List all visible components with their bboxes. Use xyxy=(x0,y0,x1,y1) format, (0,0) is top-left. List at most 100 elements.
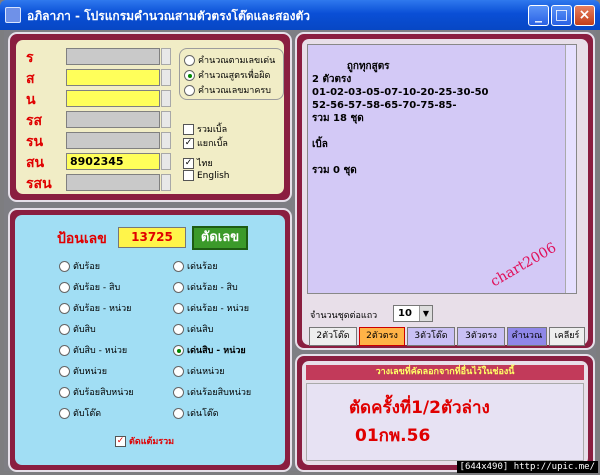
radio-icon xyxy=(173,261,184,272)
per-row-select[interactable]: 10 ▼ xyxy=(393,305,433,322)
spin-icon[interactable] xyxy=(161,69,171,86)
paste-textarea[interactable]: ตัดครั้งที่1/2ตัวล่าง 01กพ.56 xyxy=(306,383,584,461)
radio-icon xyxy=(59,387,70,398)
radio-icon xyxy=(184,85,195,96)
tab-2[interactable]: 3ตัวโต๊ด xyxy=(407,327,455,346)
radio-icon xyxy=(59,408,70,419)
spin-icon[interactable] xyxy=(161,111,171,128)
option-options_right-4[interactable]: เด่นสิบ - หน่วย xyxy=(173,343,246,357)
client-area: รสนรส รน สน 8902345 รสน คำนวณตามเลขเด่น คำนว… xyxy=(4,30,596,472)
row-label: รสน xyxy=(26,176,52,192)
spin-icon[interactable] xyxy=(161,90,171,107)
chevron-down-icon[interactable]: ▼ xyxy=(419,306,432,321)
radio-icon xyxy=(59,324,70,335)
title-bar[interactable]: อภิลาภา - โปรแกรมคำนวณสามตัวตรงโต๊ดและสอ… xyxy=(0,0,600,30)
option-options_left-5[interactable]: ตับหน่วย xyxy=(59,364,107,378)
spin-icon[interactable] xyxy=(161,48,171,65)
option-options_right-1[interactable]: เด่นร้อย - สิบ xyxy=(173,280,238,294)
spin-icon[interactable] xyxy=(161,153,171,170)
input-panel: รสนรส รน สน 8902345 รสน คำนวณตามเลขเด่น คำนว… xyxy=(8,32,292,202)
option-options_right-0[interactable]: เด่นร้อย xyxy=(173,259,218,273)
tab-1[interactable]: 2ตัวตรง xyxy=(359,327,405,346)
cut-number-button[interactable]: ตัดเลข xyxy=(192,226,248,250)
checkbox-checked-icon: ✓ xyxy=(183,158,194,169)
spin-icon[interactable] xyxy=(161,132,171,149)
radio-icon xyxy=(173,324,184,335)
option-label: เด่นร้อย - สิบ xyxy=(187,283,238,293)
minimize-button[interactable]: _ xyxy=(528,5,549,26)
per-row-label: จำนวนชุดต่อแถว xyxy=(310,311,378,321)
row-input[interactable] xyxy=(66,111,160,128)
option-options_right-6[interactable]: เด่นร้อยสิบหน่วย xyxy=(173,385,251,399)
input-panel-body: รสนรส รน สน 8902345 รสน คำนวณตามเลขเด่น คำนว… xyxy=(16,40,284,194)
output-panel: ถูกทุกสูตร 2 ตัวตรง 01-02-03-05-07-10-20… xyxy=(295,32,595,350)
option-options_right-3[interactable]: เด่นสิบ xyxy=(173,322,213,336)
option-label: เด่นสิบ - หน่วย xyxy=(187,346,246,356)
tab-0[interactable]: 2ตัวโต๊ด xyxy=(309,327,357,346)
option-label: เด่นร้อยสิบหน่วย xyxy=(187,388,252,398)
tab-3[interactable]: 3ตัวตรง xyxy=(457,327,505,346)
radio-icon xyxy=(59,261,70,272)
mode-option-2[interactable]: คำนวณเลขมาครบ xyxy=(184,83,271,97)
mode-option-1[interactable]: คำนวณสูตรเพื่อผิด xyxy=(184,68,270,82)
radio-selected-icon xyxy=(173,345,184,356)
mode-group: คำนวณตามเลขเด่น คำนวณสูตรเพื่อผิด คำนวณเ… xyxy=(179,48,284,100)
option-label: เด่นร้อย xyxy=(187,262,218,272)
radio-icon xyxy=(173,282,184,293)
radio-icon xyxy=(173,408,184,419)
option-options_right-2[interactable]: เด่นร้อย - หน่วย xyxy=(173,301,249,315)
app-window: อภิลาภา - โปรแกรมคำนวณสามตัวตรงโต๊ดและสอ… xyxy=(0,0,600,475)
option-options_left-1[interactable]: ตับร้อย - สิบ xyxy=(59,280,120,294)
row-input[interactable] xyxy=(66,69,160,86)
tab-4[interactable]: คำนวณ xyxy=(507,327,547,346)
mode-label: คำนวณเลขมาครบ xyxy=(198,86,271,96)
row-input[interactable] xyxy=(66,48,160,65)
paste-header: วางเลขที่คัดลอกจากที่อื่นไว้ในช่องนี้ xyxy=(306,365,584,380)
check-label: รวมเบิ้ล xyxy=(197,125,228,135)
input-number-field[interactable]: 13725 xyxy=(118,227,186,248)
option-options_right-5[interactable]: เด่นหน่วย xyxy=(173,364,225,378)
checkbox-checked-icon: ✓ xyxy=(183,138,194,149)
option-options_left-7[interactable]: ตับโต๊ด xyxy=(59,406,101,420)
option-label: ตับร้อย - สิบ xyxy=(73,283,121,293)
radio-icon xyxy=(59,345,70,356)
tab-5[interactable]: เคลียร์ xyxy=(549,327,585,346)
window-title: อภิลาภา - โปรแกรมคำนวณสามตัวตรงโต๊ดและสอ… xyxy=(27,9,310,23)
option-label: เด่นร้อย - หน่วย xyxy=(187,304,249,314)
option-options_left-2[interactable]: ตับร้อย - หน่วย xyxy=(59,301,131,315)
radio-icon xyxy=(59,303,70,314)
check-english[interactable]: English xyxy=(183,170,230,181)
vertical-scrollbar[interactable] xyxy=(565,45,576,293)
row-label: สน xyxy=(26,155,45,171)
option-options_left-6[interactable]: ตับร้อยสิบหน่วย xyxy=(59,385,134,399)
calc-panel-body: ป้อนเลข 13725 ตัดเลข ตับร้อยตับร้อย - สิ… xyxy=(15,215,285,465)
row-label: ส xyxy=(26,71,35,87)
option-label: ตับร้อย xyxy=(73,262,101,272)
option-options_left-0[interactable]: ตับร้อย xyxy=(59,259,100,273)
option-options_left-3[interactable]: ตับสิบ xyxy=(59,322,96,336)
check-label: ไทย xyxy=(197,159,213,169)
merge-points-check[interactable]: ✓ ตัดแต้มรวม xyxy=(115,434,174,448)
row-input[interactable] xyxy=(66,132,160,149)
option-label: ตับหน่วย xyxy=(73,367,107,377)
row-input[interactable]: 8902345 xyxy=(66,153,160,170)
row-input[interactable] xyxy=(66,90,160,107)
image-host-watermark: [644x490] http://upic.me/ xyxy=(456,461,598,473)
option-options_right-7[interactable]: เด่นโต๊ด xyxy=(173,406,219,420)
check-combine-double[interactable]: รวมเบิ้ล xyxy=(183,122,227,136)
checkbox-icon xyxy=(183,170,194,181)
check-thai[interactable]: ✓ ไทย xyxy=(183,156,213,170)
maximize-button[interactable]: □ xyxy=(551,5,572,26)
input-number-label: ป้อนเลข xyxy=(57,231,107,247)
merge-points-label: ตัดแต้มรวม xyxy=(129,437,175,447)
paste-panel: วางเลขที่คัดลอกจากที่อื่นไว้ในช่องนี้ ตั… xyxy=(295,354,595,472)
app-icon[interactable] xyxy=(5,7,21,23)
per-row-value: 10 xyxy=(398,308,412,319)
spin-icon[interactable] xyxy=(161,174,171,191)
mode-option-0[interactable]: คำนวณตามเลขเด่น xyxy=(184,53,275,67)
maximize-icon: □ xyxy=(554,7,569,23)
row-input[interactable] xyxy=(66,174,160,191)
check-split-double[interactable]: ✓ แยกเบิ้ล xyxy=(183,136,228,150)
option-options_left-4[interactable]: ตับสิบ - หน่วย xyxy=(59,343,127,357)
close-button[interactable]: × xyxy=(574,5,595,26)
